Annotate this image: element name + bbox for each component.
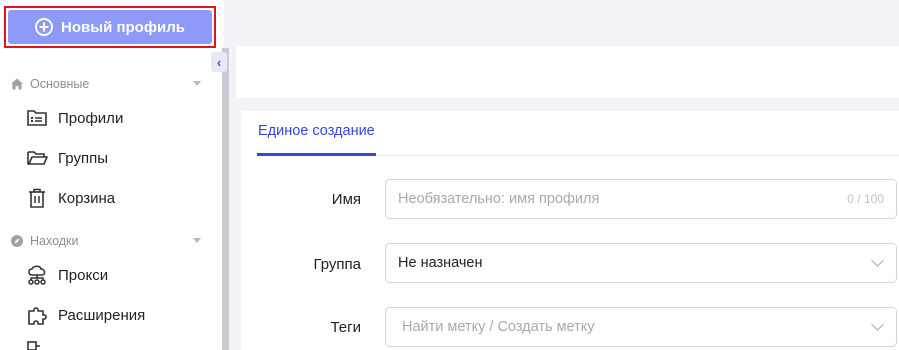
- sidebar-item-label: Расширения: [58, 306, 146, 324]
- folder-icon: [26, 147, 48, 169]
- trash-icon: [26, 187, 48, 209]
- tags-label: Теги: [330, 319, 361, 336]
- tags-search-input[interactable]: [398, 319, 873, 335]
- proxy-icon: [26, 264, 48, 286]
- sidebar-item-trash[interactable]: Корзина: [26, 184, 206, 212]
- name-label: Имя: [331, 191, 361, 208]
- chevron-down-icon: [193, 81, 201, 86]
- new-profile-button[interactable]: Новый профиль: [8, 10, 212, 44]
- name-counter: 0 / 100: [847, 192, 884, 206]
- sidebar-item-partial[interactable]: [26, 336, 206, 350]
- section-finds-header[interactable]: Находки: [10, 231, 205, 251]
- chevron-left-icon: ‹: [216, 54, 222, 70]
- section-main-title: Основные: [30, 77, 90, 91]
- chevron-down-icon: [193, 238, 201, 243]
- sidebar: Новый профиль Основные Профили Группы Ко…: [0, 0, 224, 350]
- name-field[interactable]: 0 / 100: [385, 179, 897, 219]
- tab-active-indicator: [257, 153, 376, 156]
- group-select[interactable]: Не назначен: [385, 243, 897, 283]
- name-input[interactable]: [398, 191, 848, 207]
- compass-icon: [10, 234, 24, 248]
- sidebar-item-profiles[interactable]: Профили: [26, 104, 206, 132]
- new-profile-highlight: Новый профиль: [4, 6, 216, 48]
- tab-single-create[interactable]: Единое создание: [258, 123, 375, 139]
- plus-circle-icon: [35, 18, 54, 36]
- section-main-header[interactable]: Основные: [10, 74, 205, 94]
- group-select-value: Не назначен: [398, 255, 483, 271]
- sidebar-item-label: Корзина: [58, 189, 116, 207]
- group-label: Группа: [313, 256, 361, 273]
- collapse-sidebar-button[interactable]: ‹: [211, 52, 227, 72]
- puzzle-icon: [26, 304, 48, 326]
- create-profile-card: Единое создание Имя 0 / 100 Группа Не на…: [241, 111, 899, 350]
- home-icon: [10, 77, 24, 91]
- partial-icon: [26, 336, 48, 350]
- sidebar-item-label: Прокси: [58, 266, 109, 284]
- sidebar-item-label: Профили: [58, 109, 124, 127]
- sidebar-item-groups[interactable]: Группы: [26, 144, 206, 172]
- sidebar-item-proxy[interactable]: Прокси: [26, 261, 206, 289]
- chevron-down-icon: [871, 254, 884, 267]
- sidebar-item-label: Группы: [58, 149, 108, 167]
- chevron-down-icon: [871, 318, 884, 331]
- top-bar: [236, 46, 899, 98]
- tags-select[interactable]: [385, 307, 897, 347]
- profiles-icon: [26, 107, 48, 129]
- section-finds-title: Находки: [30, 234, 79, 248]
- sidebar-scrollbar[interactable]: [222, 48, 229, 350]
- new-profile-label: Новый профиль: [61, 18, 185, 36]
- sidebar-item-extensions[interactable]: Расширения: [26, 301, 206, 329]
